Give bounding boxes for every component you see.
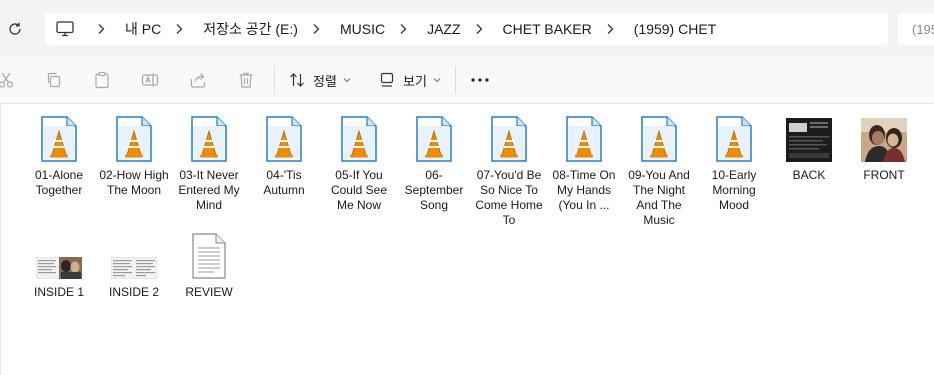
search-input[interactable]: (195	[898, 13, 934, 45]
file-item-01[interactable]: 01-Alone Together	[21, 112, 97, 198]
image-item-inside1[interactable]: INSIDE 1	[21, 229, 97, 300]
breadcrumb-label[interactable]: CHET BAKER	[501, 21, 594, 37]
file-name: INSIDE 2	[108, 285, 159, 299]
file-name: INSIDE 1	[33, 285, 84, 299]
chevron-right-icon[interactable]	[393, 19, 413, 39]
file-name: 03-It Never Entered My Mind	[178, 168, 240, 212]
file-item-10[interactable]: 10-Early Morning Mood	[696, 112, 772, 213]
vlc-audio-file-icon	[716, 116, 752, 162]
file-name: 01-Alone Together	[34, 168, 84, 197]
vlc-audio-file-icon	[641, 116, 677, 162]
copy-icon	[47, 72, 61, 88]
text-document-icon	[192, 233, 226, 279]
view-layout-icon	[380, 72, 394, 87]
delete-button[interactable]	[234, 68, 258, 92]
file-item-05[interactable]: 05-If You Could See Me Now	[321, 112, 397, 213]
breadcrumb-label[interactable]: JAZZ	[425, 21, 462, 37]
file-grid: 01-Alone Together 02-How High The Moon 0…	[0, 104, 934, 375]
album-back-cover-thumbnail	[786, 118, 832, 162]
command-toolbar: 정렬 보기	[0, 57, 934, 104]
trash-icon	[239, 72, 253, 88]
breadcrumb-label[interactable]: 저장소 공간 (E:)	[201, 19, 300, 39]
breadcrumb-item-album[interactable]: (1959) CHET	[594, 19, 718, 39]
computer-icon[interactable]	[55, 19, 75, 39]
breadcrumb-label[interactable]: (1959) CHET	[632, 21, 718, 37]
file-name: FRONT	[863, 168, 905, 182]
file-item-04[interactable]: 04-'Tis Autumn	[246, 112, 322, 198]
paste-button[interactable]	[90, 68, 114, 92]
file-item-07[interactable]: 07-You'd Be So Nice To Come Home To	[471, 112, 547, 228]
album-front-cover-thumbnail	[861, 118, 907, 162]
share-icon	[190, 73, 206, 88]
file-item-06[interactable]: 06-September Song	[396, 112, 472, 213]
vlc-audio-file-icon	[566, 116, 602, 162]
refresh-button[interactable]	[4, 18, 26, 40]
image-item-inside2[interactable]: INSIDE 2	[96, 229, 172, 300]
vlc-audio-file-icon	[116, 116, 152, 162]
file-name: 07-You'd Be So Nice To Come Home To	[475, 168, 543, 227]
toolbar-divider	[274, 66, 275, 94]
address-bar-row: 내 PC 저장소 공간 (E:) MUSIC JAZZ CHET BAKER (…	[0, 0, 934, 57]
document-item-review[interactable]: REVIEW	[171, 229, 247, 300]
file-name: 05-If You Could See Me Now	[330, 168, 388, 212]
breadcrumb-item-artist[interactable]: CHET BAKER	[463, 19, 594, 39]
share-button[interactable]	[186, 68, 210, 92]
breadcrumb-item-jazz[interactable]: JAZZ	[387, 19, 462, 39]
chevron-right-icon[interactable]	[91, 19, 111, 39]
vlc-audio-file-icon	[341, 116, 377, 162]
chevron-down-icon	[433, 78, 441, 83]
sort-label: 정렬	[313, 73, 337, 89]
breadcrumb[interactable]: 내 PC 저장소 공간 (E:) MUSIC JAZZ CHET BAKER (…	[45, 13, 888, 45]
vlc-audio-file-icon	[491, 116, 527, 162]
chevron-right-icon[interactable]	[306, 19, 326, 39]
file-name: REVIEW	[185, 285, 233, 299]
clipboard-icon	[95, 71, 109, 89]
breadcrumb-item-music[interactable]: MUSIC	[300, 19, 387, 39]
rename-icon	[141, 73, 159, 87]
breadcrumb-label[interactable]: MUSIC	[338, 21, 387, 37]
rename-button[interactable]	[138, 68, 162, 92]
sort-button[interactable]: 정렬	[289, 68, 351, 92]
view-button[interactable]: 보기	[379, 68, 441, 92]
file-item-08[interactable]: 08-Time On My Hands (You In ...	[546, 112, 622, 213]
chevron-down-icon	[343, 78, 351, 83]
file-name: 04-'Tis Autumn	[263, 168, 305, 197]
vlc-audio-file-icon	[41, 116, 77, 162]
inside-booklet-thumbnail	[111, 257, 157, 279]
chevron-right-icon[interactable]	[169, 19, 189, 39]
file-name: 08-Time On My Hands (You In ...	[552, 168, 616, 212]
image-item-back[interactable]: BACK	[771, 112, 847, 183]
breadcrumb-item-drive[interactable]: 저장소 공간 (E:)	[163, 19, 300, 39]
scissors-icon	[0, 72, 14, 88]
vlc-audio-file-icon	[191, 116, 227, 162]
refresh-icon	[9, 22, 21, 35]
image-item-front[interactable]: FRONT	[846, 112, 922, 183]
file-name: 02-How High The Moon	[99, 168, 169, 197]
file-item-03[interactable]: 03-It Never Entered My Mind	[171, 112, 247, 213]
vlc-audio-file-icon	[266, 116, 302, 162]
file-name: 09-You And The Night And The Music	[628, 168, 690, 227]
vlc-audio-file-icon	[416, 116, 452, 162]
chevron-right-icon[interactable]	[600, 19, 620, 39]
file-name: 10-Early Morning Mood	[711, 168, 757, 212]
toolbar-divider	[455, 66, 456, 94]
file-item-09[interactable]: 09-You And The Night And The Music	[621, 112, 697, 228]
breadcrumb-item-pc[interactable]: 내 PC	[85, 19, 163, 39]
sort-arrows-icon	[290, 73, 304, 87]
more-options-button[interactable]	[468, 68, 492, 92]
chevron-right-icon[interactable]	[469, 19, 489, 39]
file-name: BACK	[792, 168, 826, 182]
copy-button[interactable]	[42, 68, 66, 92]
view-label: 보기	[403, 73, 427, 89]
file-item-02[interactable]: 02-How High The Moon	[96, 112, 172, 198]
file-name: 06-September Song	[404, 168, 464, 212]
cut-button[interactable]	[0, 68, 18, 92]
more-dots-icon	[471, 78, 489, 82]
breadcrumb-label[interactable]: 내 PC	[123, 19, 163, 39]
inside-booklet-thumbnail	[36, 257, 82, 279]
